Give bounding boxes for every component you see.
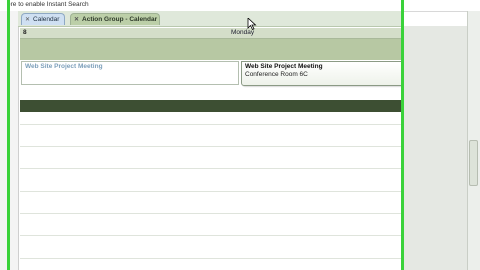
all-day-band[interactable]: [20, 39, 467, 60]
appointment-location: Conference Room 6C: [245, 71, 308, 78]
time-slot-line: [20, 146, 402, 147]
tab-label: Calendar: [33, 16, 60, 23]
date-number: 8: [23, 29, 27, 36]
tab-calendar[interactable]: ✕ Calendar: [21, 13, 65, 25]
calendar-tabstrip: ✕ Calendar ✕ Action Group - Calendar: [18, 11, 402, 27]
day-name: Monday: [231, 29, 255, 36]
day-header[interactable]: 8 Monday: [20, 28, 467, 39]
time-slot-line: [20, 124, 402, 125]
appointment-shadow[interactable]: Web Site Project Meeting: [21, 61, 239, 85]
time-slot-line: [20, 191, 402, 192]
time-slot-line: [20, 235, 402, 236]
highlight-bar-right: [401, 0, 404, 270]
time-grid[interactable]: [20, 113, 402, 270]
close-icon[interactable]: ✕: [74, 16, 79, 23]
close-icon[interactable]: ✕: [25, 16, 30, 23]
scrollbar-thumb[interactable]: [469, 140, 478, 186]
mouse-cursor-icon: [247, 18, 257, 30]
tab-label: Action Group - Calendar: [82, 16, 158, 23]
highlight-bar-left: [7, 0, 10, 270]
tab-action-group-calendar[interactable]: ✕ Action Group - Calendar: [70, 13, 160, 25]
right-pane: [404, 26, 467, 270]
time-grid-divider: [20, 100, 467, 112]
infobar-text: ere to enable Instant Search: [7, 1, 89, 8]
appointment-title: Web Site Project Meeting: [25, 63, 103, 70]
time-slot-line: [20, 168, 402, 169]
time-slot-line: [20, 213, 402, 214]
time-slot-line: [20, 258, 402, 259]
appointment-title: Web Site Project Meeting: [245, 63, 323, 70]
